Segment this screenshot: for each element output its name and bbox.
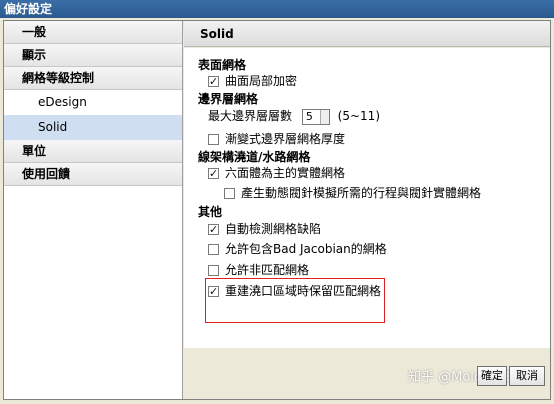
stepper-arrows-icon[interactable] — [319, 109, 329, 124]
bad-jacobian-checkbox[interactable] — [208, 244, 219, 255]
bad-jacobian-option[interactable]: 允許包含Bad Jacobian的網格 — [208, 240, 387, 258]
sidebar-item-mesh-level[interactable]: 網格等級控制 — [4, 67, 182, 90]
section-boundary-layer: 邊界層網格 — [198, 92, 259, 106]
max-layers-range: (5~11) — [337, 109, 380, 123]
hexa-solid-label: 六面體為主的實體網格 — [225, 166, 346, 180]
non-matching-checkbox[interactable] — [208, 265, 219, 276]
dynamic-pin-option[interactable]: 產生動態閥針模擬所需的行程與閥針實體網格 — [224, 184, 481, 202]
hexa-solid-checkbox[interactable] — [208, 165, 219, 183]
sidebar: 一般 顯示 網格等級控制 eDesign Solid 單位 使用回饋 — [4, 21, 183, 399]
red-highlight-box — [205, 278, 385, 323]
sidebar-item-units[interactable]: 單位 — [4, 140, 182, 163]
sidebar-item-display[interactable]: 顯示 — [4, 44, 182, 67]
local-refine-checkbox[interactable] — [208, 73, 219, 91]
bad-jacobian-label: 允許包含Bad Jacobian的網格 — [225, 242, 387, 256]
gradual-thickness-checkbox[interactable] — [208, 134, 219, 145]
non-matching-option[interactable]: 允許非匹配網格 — [208, 261, 309, 279]
auto-detect-checkbox[interactable] — [208, 221, 219, 239]
auto-detect-option[interactable]: 自動檢測網格缺陷 — [208, 220, 322, 239]
gradual-thickness-option[interactable]: 漸變式邊界層網格厚度 — [208, 130, 345, 148]
sidebar-item-edesign[interactable]: eDesign — [4, 90, 182, 115]
dynamic-pin-label: 產生動態閥針模擬所需的行程與閥針實體網格 — [241, 186, 482, 200]
sidebar-item-feedback[interactable]: 使用回饋 — [4, 163, 182, 186]
max-layers-label: 最大邊界層層數 — [208, 109, 293, 123]
preferences-dialog: 一般 顯示 網格等級控制 eDesign Solid 單位 使用回饋 Solid… — [3, 20, 551, 400]
dynamic-pin-checkbox[interactable] — [224, 188, 235, 199]
local-refine-label: 曲面局部加密 — [225, 74, 298, 88]
window-title: 偏好設定 — [0, 0, 554, 18]
max-layers-stepper[interactable]: 5 — [301, 108, 330, 125]
gradual-thickness-label: 漸變式邊界層網格厚度 — [225, 132, 346, 146]
sidebar-item-general[interactable]: 一般 — [4, 21, 182, 44]
ok-button[interactable]: 確定 — [477, 366, 507, 386]
panel-title: Solid — [184, 21, 550, 47]
max-layers-row: 最大邊界層層數 5 (5~11) — [208, 107, 380, 125]
local-refine-option[interactable]: 曲面局部加密 — [208, 72, 298, 91]
section-other: 其他 — [198, 205, 223, 219]
section-surface-mesh: 表面網格 — [198, 58, 247, 72]
max-layers-value[interactable]: 5 — [306, 110, 313, 123]
auto-detect-label: 自動檢測網格缺陷 — [225, 222, 322, 236]
non-matching-label: 允許非匹配網格 — [225, 263, 310, 277]
hexa-solid-option[interactable]: 六面體為主的實體網格 — [208, 164, 346, 183]
section-runner-mesh: 線架構澆道/水路網格 — [198, 150, 311, 164]
cancel-button[interactable]: 取消 — [509, 366, 545, 386]
sidebar-item-solid[interactable]: Solid — [4, 115, 182, 140]
